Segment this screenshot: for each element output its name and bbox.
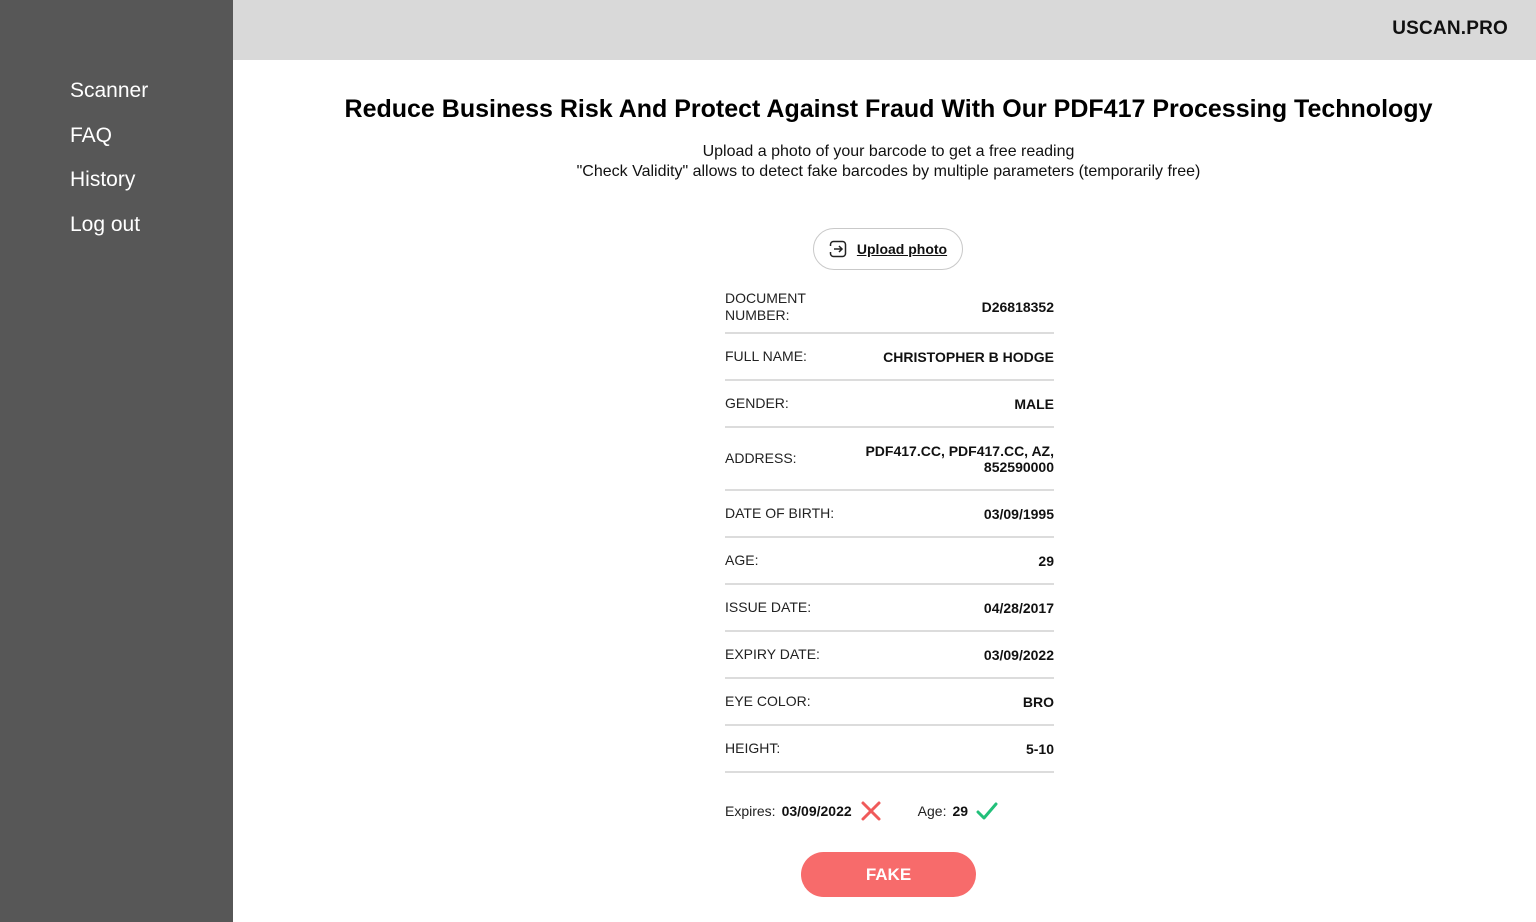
- fake-result-button[interactable]: FAKE: [801, 852, 976, 897]
- field-row-issue-date: ISSUE DATE: 04/28/2017: [725, 585, 1054, 632]
- upload-icon: [828, 240, 847, 258]
- brand-link[interactable]: USCAN.PRO: [1392, 18, 1508, 40]
- field-label: EXPIRY DATE:: [725, 646, 820, 662]
- field-value: BRO: [1022, 693, 1054, 710]
- x-icon: [860, 800, 882, 822]
- field-row-height: HEIGHT: 5-10: [725, 726, 1054, 773]
- field-value: CHRISTOPHER B HODGE: [883, 348, 1054, 365]
- scan-result-table: DOCUMENT NUMBER: D26818352 FULL NAME: CH…: [725, 282, 1054, 773]
- field-value: 03/09/2022: [983, 646, 1054, 663]
- upload-photo-label: Upload photo: [856, 241, 948, 257]
- field-value: 03/09/1995: [983, 505, 1054, 522]
- field-value: 04/28/2017: [983, 599, 1054, 616]
- sidebar-nav: Scanner FAQ History Log out: [70, 75, 148, 253]
- field-value: PDF417.CC, PDF417.CC, AZ, 852590000: [865, 442, 1054, 475]
- field-row-expiry-date: EXPIRY DATE: 03/09/2022: [725, 632, 1054, 679]
- field-value: MALE: [1014, 395, 1054, 412]
- field-label: AGE:: [725, 552, 759, 568]
- field-value: 29: [1038, 552, 1054, 569]
- page-subtitle-line-1: Upload a photo of your barcode to get a …: [702, 143, 1075, 160]
- field-label: DATE OF BIRTH:: [725, 505, 835, 521]
- page-subtitle-line-2: "Check Validity" allows to detect fake b…: [576, 163, 1201, 180]
- page-title: Reduce Business Risk And Protect Against…: [344, 95, 1433, 123]
- age-check-value: 29: [952, 803, 969, 819]
- validity-checks: Expires: 03/09/2022 Age: 29: [725, 800, 998, 822]
- field-row-date-of-birth: DATE OF BIRTH: 03/09/1995: [725, 491, 1054, 538]
- field-label: HEIGHT:: [725, 740, 781, 756]
- sidebar-item-faq[interactable]: FAQ: [70, 120, 148, 165]
- top-bar: USCAN.PRO: [233, 0, 1536, 60]
- sidebar: Scanner FAQ History Log out: [0, 0, 233, 922]
- field-label: EYE COLOR:: [725, 693, 811, 709]
- sidebar-item-scanner[interactable]: Scanner: [70, 75, 148, 120]
- field-label: ISSUE DATE:: [725, 599, 812, 615]
- checkmark-icon: [976, 800, 998, 822]
- field-label: GENDER:: [725, 395, 789, 411]
- field-row-document-number: DOCUMENT NUMBER: D26818352: [725, 282, 1054, 334]
- upload-photo-button[interactable]: Upload photo: [813, 228, 963, 270]
- sidebar-item-history[interactable]: History: [70, 164, 148, 209]
- field-row-address: ADDRESS: PDF417.CC, PDF417.CC, AZ, 85259…: [725, 428, 1054, 491]
- expires-check-value: 03/09/2022: [781, 803, 852, 819]
- field-label: FULL NAME:: [725, 348, 807, 364]
- expires-check-label: Expires:: [725, 803, 776, 819]
- field-label: ADDRESS:: [725, 450, 797, 466]
- field-value: 5-10: [1025, 740, 1054, 757]
- field-row-eye-color: EYE COLOR: BRO: [725, 679, 1054, 726]
- age-check-label: Age:: [917, 803, 947, 819]
- main-content: Reduce Business Risk And Protect Against…: [233, 60, 1536, 922]
- field-row-gender: GENDER: MALE: [725, 381, 1054, 428]
- field-value: D26818352: [981, 299, 1054, 315]
- field-row-full-name: FULL NAME: CHRISTOPHER B HODGE: [725, 334, 1054, 381]
- field-row-age: AGE: 29: [725, 538, 1054, 585]
- field-label: DOCUMENT NUMBER:: [725, 290, 806, 323]
- sidebar-item-logout[interactable]: Log out: [70, 209, 148, 254]
